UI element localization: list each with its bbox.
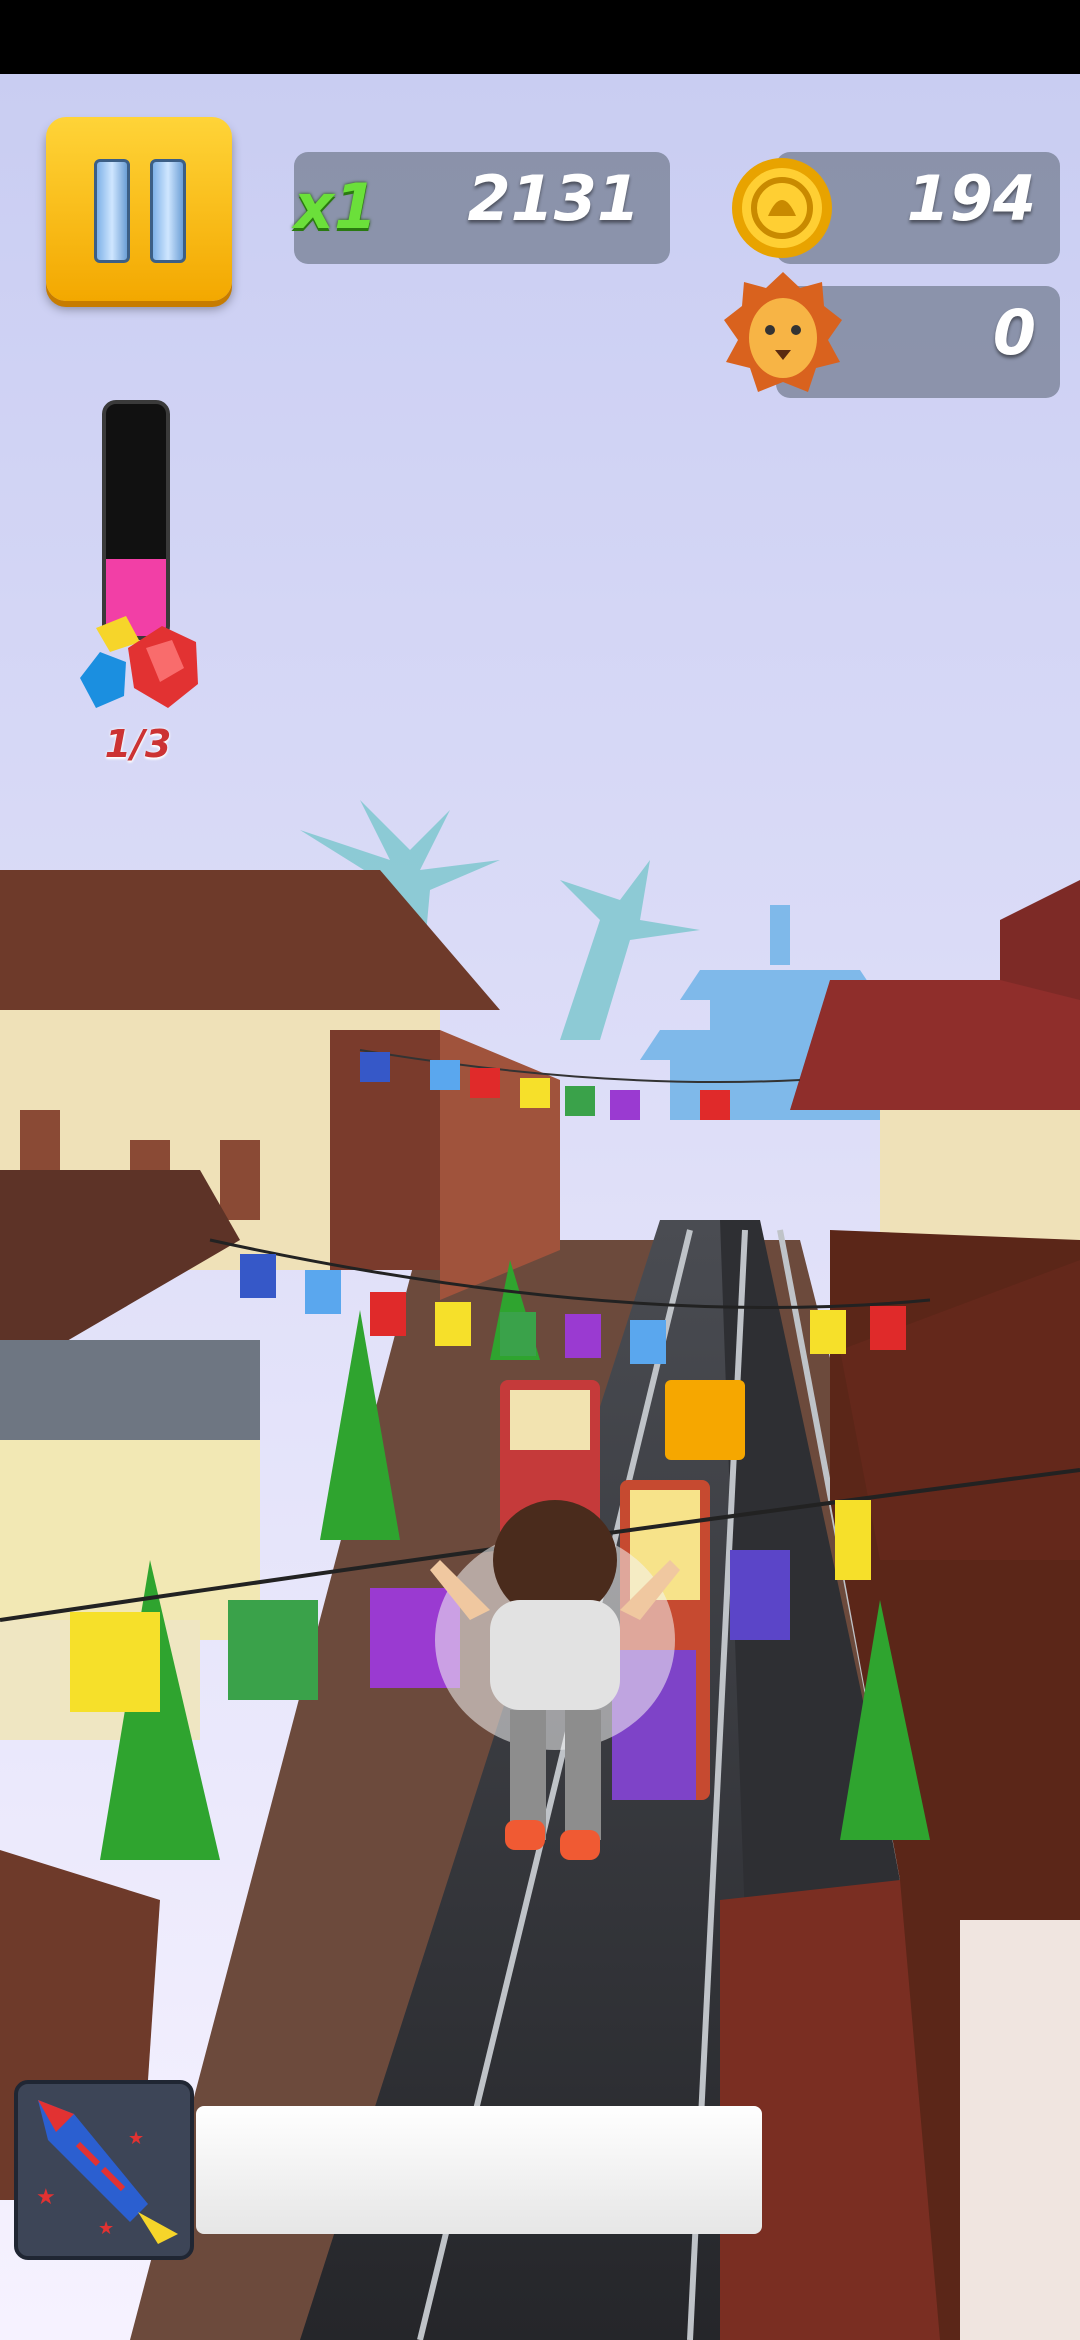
- score-value: 2131: [467, 162, 640, 235]
- lion-count: 0: [992, 296, 1036, 369]
- lion-head-icon: [724, 272, 842, 392]
- firework-rocket-icon: ★ ★ ★: [36, 2100, 178, 2244]
- powerup-slot[interactable]: ★ ★ ★: [14, 2080, 194, 2260]
- coin-count: 194: [906, 162, 1036, 235]
- svg-text:★: ★: [128, 2128, 144, 2149]
- score-multiplier: x1: [294, 170, 378, 243]
- gem-count: 1/3: [104, 722, 172, 766]
- gems-icon: [80, 616, 198, 708]
- powerup-progress-bar: [196, 2106, 762, 2234]
- svg-text:★: ★: [98, 2218, 114, 2239]
- gem-progress-meter: [102, 400, 170, 640]
- status-bar: [0, 0, 1080, 74]
- pause-button[interactable]: [46, 117, 232, 301]
- coin-icon: [732, 158, 832, 258]
- svg-text:★: ★: [36, 2185, 56, 2210]
